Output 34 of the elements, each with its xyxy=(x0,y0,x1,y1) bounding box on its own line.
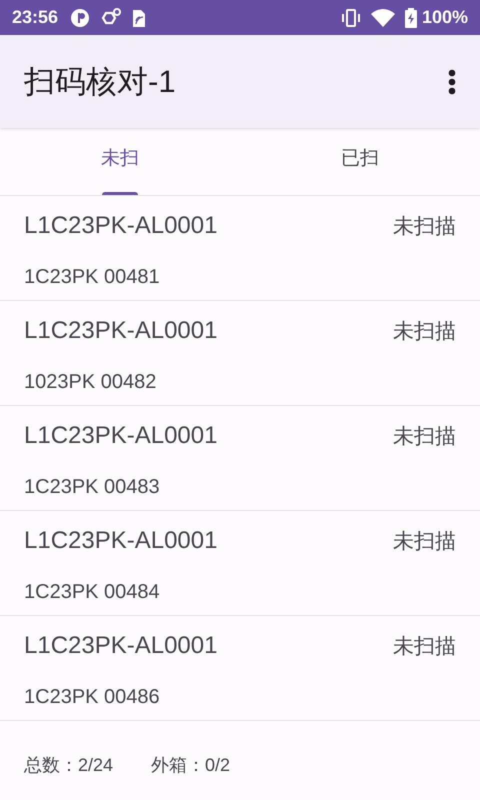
clock: 23:56 xyxy=(12,7,58,28)
tab[interactable]: 未扫 xyxy=(0,128,240,195)
total-count: 总数：2/24 xyxy=(24,754,114,777)
list-item[interactable]: L1C23PK-AL0001 未扫描 1C23PK 00483 xyxy=(0,406,480,511)
scan-status: 未扫描 xyxy=(393,319,456,345)
sim-card-icon xyxy=(132,8,146,28)
tab-indicator xyxy=(102,192,138,195)
list-item[interactable]: L1C23PK-AL0001 未扫描 1023PK 00482 xyxy=(0,301,480,406)
carton-count: 外箱：0/2 xyxy=(151,754,230,777)
scan-status: 未扫描 xyxy=(393,529,456,555)
battery-level: 100% xyxy=(422,7,468,28)
list-item[interactable]: L1C23PK-AL0001 未扫描 1C23PK 00481 xyxy=(0,196,480,301)
more-options-icon[interactable] xyxy=(448,68,456,94)
item-code: L1C23PK-AL0001 xyxy=(24,212,218,241)
app-icon xyxy=(70,8,90,28)
serial-number: 1C23PK 00481 xyxy=(24,266,161,290)
item-code: L1C23PK-AL0001 xyxy=(24,632,218,661)
scan-status: 未扫描 xyxy=(393,214,456,240)
list-item[interactable]: L1C23PK-AL0001 未扫描 1C23PK 00484 xyxy=(0,511,480,616)
battery-icon xyxy=(404,8,417,28)
vibrate-icon xyxy=(340,8,361,26)
list-item[interactable]: L1C23PK-AL0001 未扫描 1C23PK 00486 xyxy=(0,616,480,721)
item-code: L1C23PK-AL0001 xyxy=(24,317,218,346)
serial-number: 1C23PK 00483 xyxy=(24,476,161,500)
scan-status: 未扫描 xyxy=(393,424,456,450)
serial-number: 1023PK 00482 xyxy=(24,371,158,395)
wifi-icon xyxy=(370,8,395,26)
item-code: L1C23PK-AL0001 xyxy=(24,422,218,451)
tab[interactable]: 已扫 xyxy=(240,128,480,195)
item-code: L1C23PK-AL0001 xyxy=(24,527,218,556)
scan-status: 未扫描 xyxy=(393,634,456,660)
serial-number: 1C23PK 00486 xyxy=(24,686,161,710)
serial-number: 1C23PK 00484 xyxy=(24,581,161,605)
screen-title: 扫码核对-1 xyxy=(24,62,177,100)
